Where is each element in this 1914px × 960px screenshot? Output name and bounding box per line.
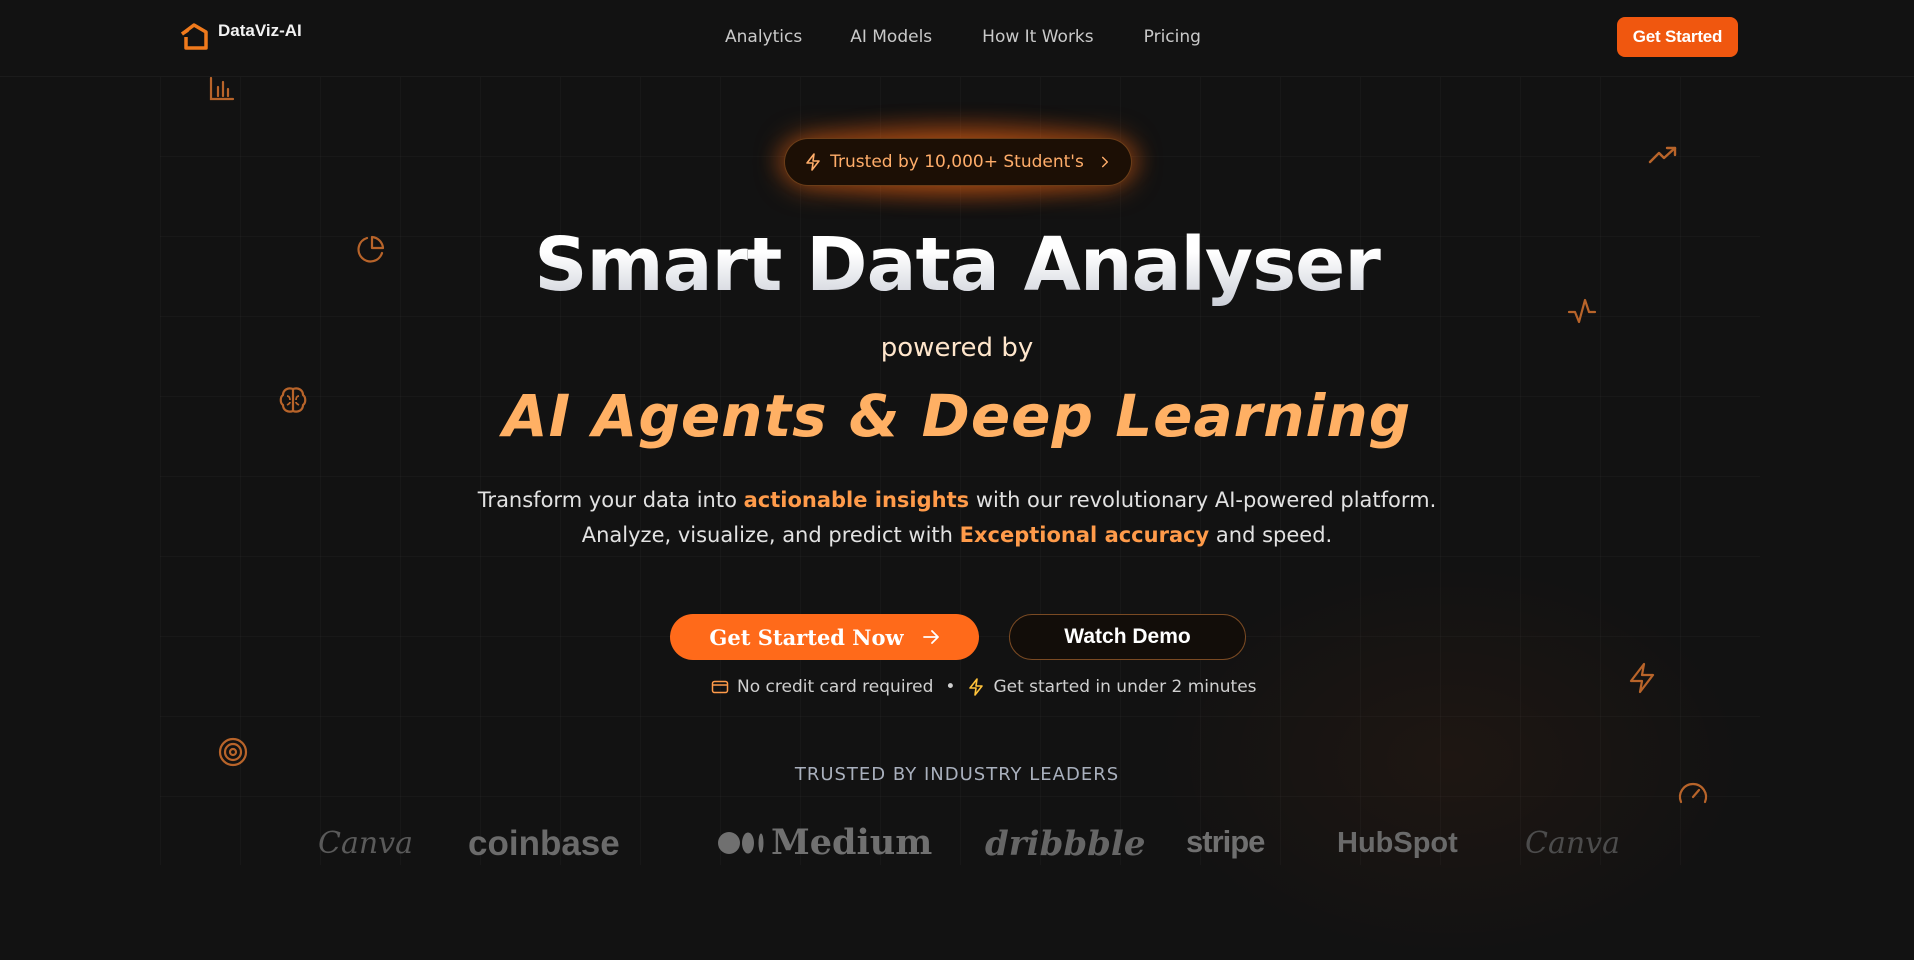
trusted-badge[interactable]: Trusted by 10,000+ Student's <box>784 138 1132 186</box>
brand-logo-coinbase: coinbase <box>468 824 620 863</box>
zap-icon <box>969 678 984 696</box>
trending-up-icon <box>1648 145 1678 165</box>
powered-by-text: powered by <box>880 333 1034 363</box>
brand-logo-canva: Canva <box>318 826 413 861</box>
brand-logo-stripe: stripe <box>1186 824 1265 859</box>
brand-logo[interactable]: DataViz-AI <box>178 20 302 52</box>
description-text: with our revolutionary AI-powered platfo… <box>969 488 1437 512</box>
arrow-right-icon <box>922 630 939 644</box>
bar-chart-icon <box>208 76 236 102</box>
description-text: and speed. <box>1209 523 1333 547</box>
description-text: Transform your data into <box>477 488 744 512</box>
zap-icon <box>1627 662 1657 694</box>
page-title: Smart Data Analyser <box>0 222 1914 308</box>
separator-dot: • <box>945 677 956 697</box>
description-line-2: Analyze, visualize, and predict with Exc… <box>0 523 1914 547</box>
brand-name: DataViz-AI <box>218 21 302 40</box>
medium-mark-icon <box>718 831 764 854</box>
nav-link-pricing[interactable]: Pricing <box>1144 27 1201 47</box>
description-text: Analyze, visualize, and predict with <box>581 523 960 547</box>
highlight-actionable-insights: actionable insights <box>743 488 970 512</box>
highlight-exceptional-accuracy: Exceptional accuracy <box>959 523 1210 547</box>
background-glow <box>1150 560 1750 960</box>
chevron-right-icon <box>1101 156 1108 168</box>
nav-link-analytics[interactable]: Analytics <box>725 27 802 47</box>
brand-logo-medium: Medium <box>717 822 932 863</box>
nav-link-ai-models[interactable]: AI Models <box>850 27 932 47</box>
no-credit-card-text: No credit card required <box>737 677 934 697</box>
trusted-heading: TRUSTED BY INDUSTRY LEADERS <box>794 764 1120 785</box>
get-started-now-label: Get Started Now <box>709 624 904 650</box>
navbar: DataViz-AI Analytics AI Models How It Wo… <box>0 0 1914 77</box>
brand-logo-dribbble: dribbble <box>985 824 1146 864</box>
nav-link-how-it-works[interactable]: How It Works <box>982 27 1093 47</box>
cta-note: No credit card required • Get started in… <box>711 677 1257 697</box>
brand-logo-canva: Canva <box>1525 826 1620 861</box>
badge-text: Trusted by 10,000+ Student's <box>830 152 1084 172</box>
nav-links: Analytics AI Models How It Works Pricing <box>725 27 1201 47</box>
tagline: AI Agents & Deep Learning <box>502 382 1412 450</box>
description-line-1: Transform your data into actionable insi… <box>0 488 1914 512</box>
zap-icon <box>806 153 820 171</box>
credit-card-icon <box>711 680 729 694</box>
get-started-button[interactable]: Get Started <box>1617 17 1738 57</box>
get-started-now-button[interactable]: Get Started Now <box>670 614 979 660</box>
brand-logos: Canva coinbase Medium dribbble stripe Hu… <box>0 822 1914 865</box>
watch-demo-button[interactable]: Watch Demo <box>1009 614 1246 660</box>
brand-logo-hubspot: HubSpot <box>1337 827 1458 859</box>
home-logo-icon <box>180 23 208 50</box>
brand-logo-medium-text: Medium <box>771 822 933 863</box>
quick-start-text: Get started in under 2 minutes <box>993 677 1257 697</box>
